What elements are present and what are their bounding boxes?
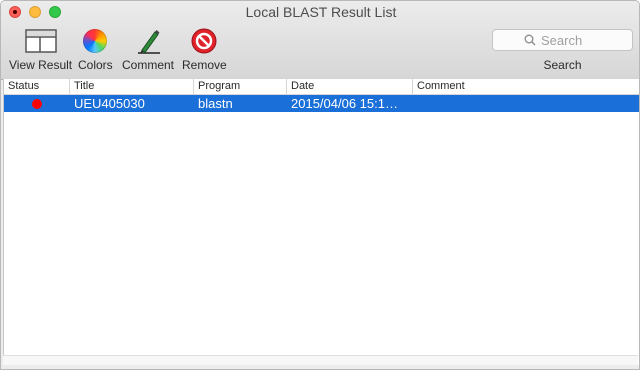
colors-button[interactable]: Colors — [78, 27, 113, 72]
status-red-dot-icon — [32, 99, 42, 109]
comment-button[interactable]: Comment — [122, 27, 174, 72]
app-window: Local BLAST Result List View Result Colo… — [0, 0, 640, 370]
window-title: Local BLAST Result List — [245, 4, 397, 20]
view-result-button[interactable]: View Result — [9, 27, 72, 72]
table-row[interactable]: UEU405030 blastn 2015/04/06 15:1… — [4, 95, 639, 112]
search-input[interactable] — [541, 32, 601, 48]
title-toolbar: Local BLAST Result List View Result Colo… — [1, 1, 639, 80]
view-result-label: View Result — [9, 58, 73, 72]
column-header-status[interactable]: Status — [4, 79, 70, 94]
table-header: Status Title Program Date Comment — [4, 79, 639, 95]
date-cell: 2015/04/06 15:1… — [291, 96, 398, 111]
remove-label: Remove — [182, 58, 227, 72]
search-icon — [524, 34, 536, 46]
column-header-title[interactable]: Title — [70, 79, 194, 94]
column-header-comment[interactable]: Comment — [413, 79, 639, 94]
search-label: Search — [543, 58, 582, 72]
window-bottom-bar — [1, 365, 639, 369]
comment-label: Comment — [122, 58, 175, 72]
program-cell: blastn — [198, 96, 233, 111]
column-header-date[interactable]: Date — [287, 79, 413, 94]
colors-label: Colors — [78, 58, 113, 72]
search-field[interactable] — [492, 29, 633, 51]
remove-icon — [188, 27, 220, 55]
title-cell: UEU405030 — [74, 96, 145, 111]
table-view-icon — [24, 27, 57, 55]
result-table: Status Title Program Date Comment UEU405… — [3, 79, 639, 365]
color-wheel-icon — [79, 27, 111, 55]
column-header-program[interactable]: Program — [194, 79, 287, 94]
pencil-icon — [132, 27, 164, 55]
comment-cell — [413, 95, 639, 112]
remove-button[interactable]: Remove — [182, 27, 227, 72]
status-cell — [4, 95, 70, 112]
